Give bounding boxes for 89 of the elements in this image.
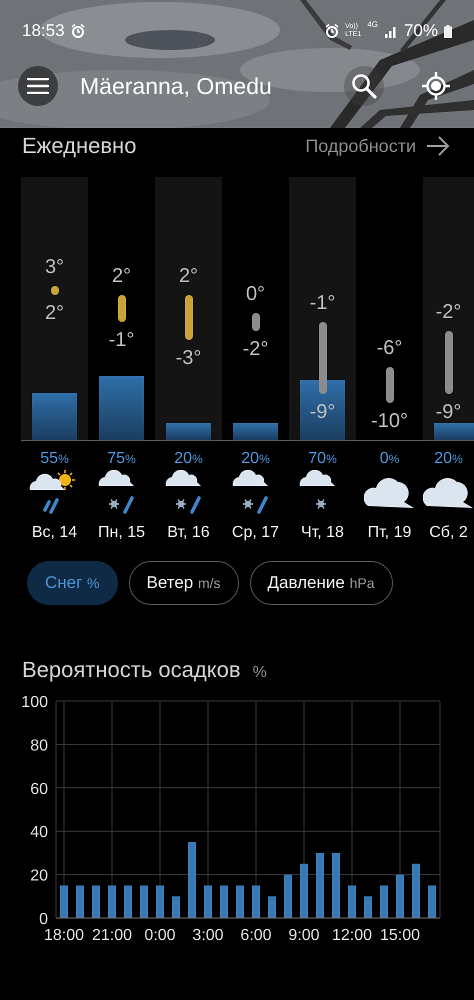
alarm-icon: [70, 24, 85, 38]
high-temperature: -1°: [308, 293, 336, 313]
day-label: Вс, 14: [32, 524, 78, 542]
chart-bar: [268, 896, 276, 918]
low-temperature: -9°: [434, 402, 462, 422]
x-axis-label: 21:00: [92, 927, 132, 944]
filter-chip[interactable]: Снег %: [27, 561, 118, 605]
chart-bar: [204, 885, 212, 918]
y-axis-label: 20: [30, 868, 48, 885]
high-temperature: -2°: [434, 302, 462, 322]
precipitation-bar: [434, 422, 474, 440]
filter-chip[interactable]: Ветер m/s: [128, 561, 239, 605]
x-axis-label: 18:00: [44, 927, 84, 944]
high-temperature: -6°: [376, 338, 404, 358]
precipitation-chance: 70%: [308, 450, 337, 468]
day-label: Пн, 15: [98, 524, 146, 542]
precipitation-bar: [233, 422, 278, 440]
precipitation-bar: [99, 376, 144, 440]
status-time: 18:53: [22, 21, 65, 41]
day-label: Вт, 16: [167, 524, 210, 542]
chart-bar: [236, 885, 244, 918]
day-label: Сб, 2: [429, 524, 468, 542]
precipitation-chance: 0%: [380, 450, 400, 468]
chart-bar: [172, 896, 180, 918]
day-label: Ср, 17: [232, 524, 280, 542]
chart-bar: [316, 852, 324, 918]
low-temperature: -2°: [242, 339, 270, 359]
chart-bar: [92, 885, 100, 918]
low-temperature: -9°: [308, 402, 336, 422]
chart-bar: [156, 885, 164, 918]
low-temperature: -1°: [108, 330, 136, 350]
chart-bar: [140, 885, 148, 918]
low-temperature: 2°: [44, 303, 66, 323]
menu-icon: [27, 78, 49, 94]
precipitation-chance: 20%: [434, 450, 463, 468]
y-axis-label: 60: [30, 780, 48, 798]
x-axis-label: 12:00: [332, 927, 372, 944]
chart-bar: [252, 885, 260, 918]
battery-percent: 70%: [404, 21, 438, 41]
precipitation-chance: 20%: [174, 450, 203, 468]
precipitation-chance: 75%: [107, 450, 136, 468]
network-type: 4G: [367, 20, 378, 29]
high-temperature: 3°: [44, 257, 66, 277]
x-axis-label: 15:00: [380, 927, 420, 944]
chart-bar: [332, 852, 340, 918]
high-temperature: 2°: [178, 266, 200, 286]
low-temperature: -10°: [370, 411, 409, 431]
high-temperature: 0°: [244, 284, 266, 304]
x-axis-label: 0:00: [144, 927, 176, 944]
chart-bar: [284, 874, 292, 918]
chart-bar: [76, 885, 84, 918]
chart-title: Вероятность осадков %: [21, 657, 268, 684]
y-axis-label: 80: [30, 737, 48, 754]
x-axis-label: 9:00: [288, 927, 320, 944]
chart-bar: [396, 874, 404, 918]
x-axis-label: 3:00: [192, 927, 224, 944]
chart-bar: [60, 885, 68, 918]
high-temperature: 2°: [110, 266, 132, 286]
precipitation-chance: 55%: [40, 450, 69, 468]
day-label: Чт, 18: [301, 524, 344, 542]
chart-bar: [364, 896, 372, 918]
chart-bar: [428, 885, 436, 918]
low-temperature: -3°: [174, 348, 202, 368]
locate-icon: [422, 72, 450, 100]
alarm-icon: [325, 24, 340, 38]
precipitation-bar: [300, 380, 345, 440]
chart-bar: [300, 864, 308, 918]
y-axis-label: 100: [21, 694, 48, 711]
y-axis-label: 40: [30, 824, 48, 842]
details-link[interactable]: Подробности: [305, 136, 450, 156]
chart-bar: [220, 885, 228, 918]
chart-bar: [380, 885, 388, 918]
section-title: Ежедневно: [22, 133, 138, 159]
chart-bar: [124, 885, 132, 918]
x-axis-label: 6:00: [240, 927, 272, 944]
day-label: Пт, 19: [368, 524, 412, 542]
chart-bar: [108, 885, 116, 918]
chart-bar: [412, 864, 420, 918]
precipitation-bar: [32, 392, 77, 440]
search-button[interactable]: [344, 66, 384, 106]
arrow-right-icon: [426, 136, 450, 156]
signal-icon: [384, 24, 398, 38]
filter-chip[interactable]: Давление hPa: [250, 561, 392, 605]
search-icon: [351, 73, 377, 99]
chart-bar: [348, 885, 356, 918]
y-axis-label: 0: [39, 911, 48, 928]
precipitation-chance: 20%: [241, 450, 270, 468]
precipitation-bar: [166, 422, 211, 440]
location-title[interactable]: Mäeranna, Omedu: [80, 72, 344, 100]
